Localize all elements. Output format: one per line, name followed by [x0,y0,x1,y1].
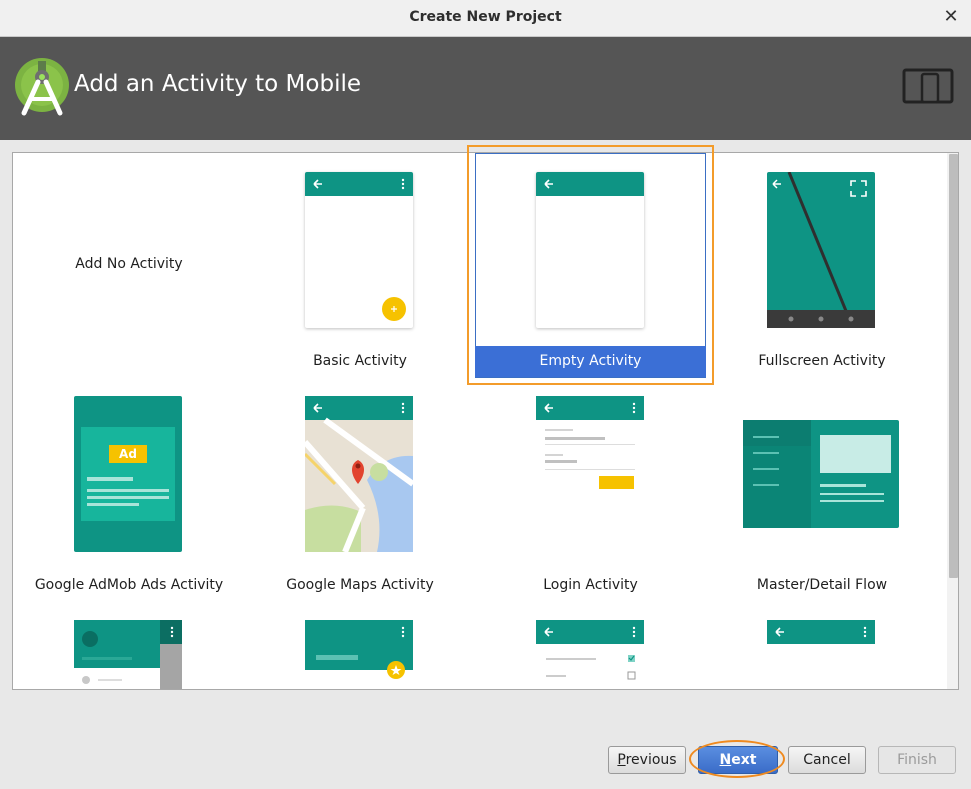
scrolling-activity-preview[interactable] [305,620,413,689]
tile-admob-activity[interactable]: Ad Google AdMob Ads Activity [14,380,244,605]
tile-label: Add No Activity [75,256,183,272]
phone-tablet-icon [902,68,954,104]
tile-master-detail-flow[interactable]: Master/Detail Flow [707,380,937,605]
admob-activity-preview [74,396,182,552]
fab-icon [382,297,406,321]
finish-button[interactable]: Finish [878,746,956,774]
settings-activity-preview[interactable] [536,620,644,689]
android-studio-logo-icon [15,58,69,116]
tabbed-activity-preview[interactable] [767,620,875,689]
selected-tile-border [475,153,706,378]
fullscreen-activity-preview [767,172,875,328]
tile-label: Google AdMob Ads Activity [34,577,224,593]
tile-login-activity[interactable]: Login Activity [475,380,706,605]
header-title: Add an Activity to Mobile [74,71,361,97]
gallery-scrollbar-thumb[interactable] [949,154,958,578]
navigation-drawer-preview[interactable] [74,620,182,689]
window-titlebar: Create New Project ✕ [0,0,971,37]
tile-label: Master/Detail Flow [756,577,888,593]
gallery-row-3 [13,605,947,689]
close-icon[interactable]: ✕ [941,6,961,28]
master-detail-preview [743,420,899,528]
next-button-highlight [689,740,785,778]
previous-label: revious [625,752,677,768]
cancel-button[interactable]: Cancel [788,746,866,774]
previous-mnemonic: P [617,752,626,768]
tile-label: Google Maps Activity [286,577,434,593]
tile-label: Basic Activity [313,353,407,369]
tile-maps-activity[interactable]: Google Maps Activity [245,380,475,605]
tile-basic-activity[interactable]: Basic Activity [245,155,475,380]
tile-label: Fullscreen Activity [758,353,886,369]
window-title: Create New Project [409,9,562,25]
ad-badge: Ad [119,447,137,461]
tile-add-no-activity[interactable]: Add No Activity [14,155,244,380]
tile-fullscreen-activity[interactable]: Fullscreen Activity [707,155,937,380]
basic-activity-preview [305,172,413,328]
maps-activity-preview [305,396,413,552]
login-activity-preview [536,396,644,552]
tile-label-selected: Empty Activity [475,346,706,377]
previous-button[interactable]: Previous [608,746,686,774]
tile-label: Login Activity [543,577,638,593]
wizard-header: Add an Activity to Mobile [0,37,971,140]
